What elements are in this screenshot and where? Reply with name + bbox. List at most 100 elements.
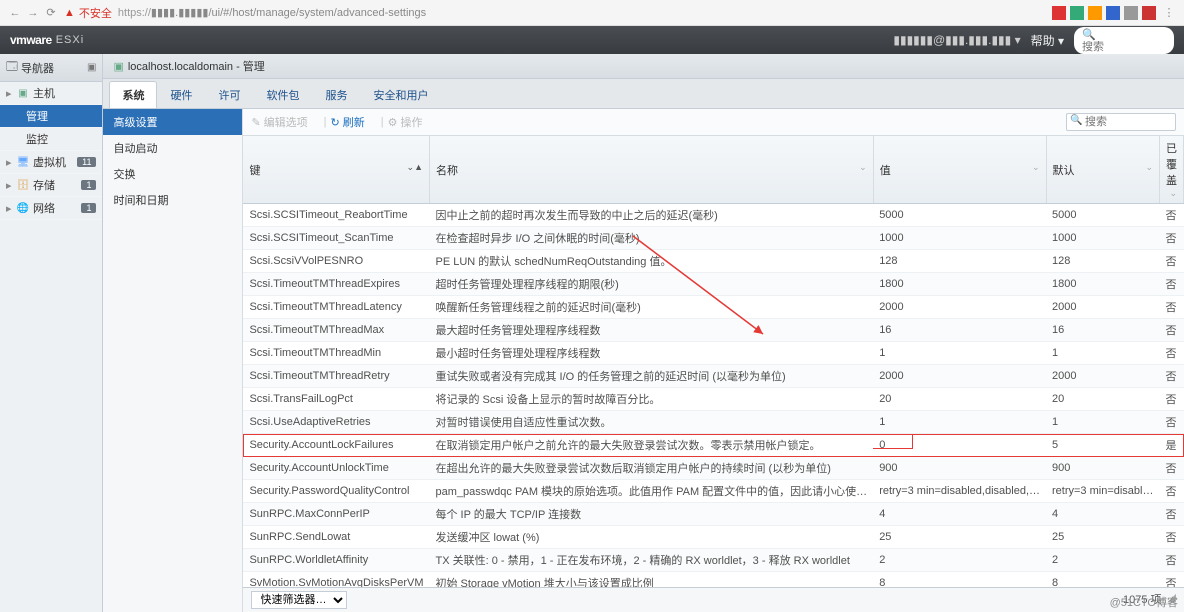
sort-asc-icon: ▲ [414,162,423,172]
table-row[interactable]: Scsi.TimeoutTMThreadMax最大超时任务管理处理程序线程数16… [243,319,1183,342]
table-row[interactable]: Scsi.TimeoutTMThreadExpires超时任务管理处理程序线程的… [243,273,1183,296]
nav-item[interactable]: ▸▣主机 [0,82,102,105]
grid-search-input[interactable] [1066,113,1176,131]
table-row[interactable]: Scsi.ScsiVVolPESNROPE LUN 的默认 schedNumRe… [243,250,1183,273]
grid-panel: ✎ 编辑选项 | ↻ 刷新 | ⚙ 操作 🔍 [243,109,1184,612]
count-badge: 1 [81,180,96,190]
col-override[interactable]: 已覆盖⌄ [1160,136,1184,204]
reload-icon[interactable]: ⟳ [42,6,60,19]
help-menu[interactable]: 帮助 ▾ [1031,32,1064,49]
cell-key: Security.PasswordQualityControl [243,480,429,503]
table-row[interactable]: SunRPC.SendLowat发送缓冲区 lowat (%)2525否 [243,526,1183,549]
cell-value: retry=3 min=disabled,disabled,… [873,480,1046,503]
col-value[interactable]: 值⌄ [873,136,1046,204]
extension-icon[interactable] [1142,6,1156,20]
table-row[interactable]: Scsi.TimeoutTMThreadMin最小超时任务管理处理程序线程数11… [243,342,1183,365]
nav-item[interactable]: 监控 [0,128,102,151]
cell-value: 0 [873,434,1046,457]
tab[interactable]: 服务 [312,81,360,108]
grid-search[interactable]: 🔍 [1066,113,1176,131]
cell-name: 在取消锁定用户帐户之前允许的最大失败登录尝试次数。零表示禁用帐户锁定。 [429,434,873,457]
settings-grid[interactable]: 键 ▲⌄ 名称⌄ 值⌄ 默认⌄ 已覆盖⌄ Scsi.SCSITimeout_Re… [243,136,1184,587]
cell-default: 1 [1046,342,1160,365]
edit-option-button[interactable]: ✎ 编辑选项 [251,114,307,130]
nav-item[interactable]: ▸🗄存储1 [0,174,102,197]
cell-value: 2000 [873,365,1046,388]
nav-item-label: 主机 [33,85,55,101]
refresh-button[interactable]: ↻ 刷新 [331,114,365,130]
cell-override: 否 [1160,250,1184,273]
cell-key: Scsi.SCSITimeout_ReabortTime [243,204,429,227]
quick-filter-select[interactable]: 快速筛选器… [251,591,347,609]
table-row[interactable]: Security.AccountLockFailures在取消锁定用户帐户之前允… [243,434,1183,457]
menu-icon[interactable]: ⋮ [1160,6,1178,20]
cell-key: Scsi.SCSITimeout_ScanTime [243,227,429,250]
table-row[interactable]: Scsi.TimeoutTMThreadRetry重试失败或者没有完成其 I/O… [243,365,1183,388]
twisty-icon: ▸ [6,202,16,215]
extensions-area: ⋮ [1052,6,1178,20]
cell-default: 8 [1046,572,1160,588]
cell-key: SunRPC.MaxConnPerIP [243,503,429,526]
cell-key: Scsi.UseAdaptiveRetries [243,411,429,434]
extension-icon[interactable] [1070,6,1084,20]
back-icon[interactable]: ← [6,7,24,19]
table-row[interactable]: Security.PasswordQualityControlpam_passw… [243,480,1183,503]
table-row[interactable]: SunRPC.MaxConnPerIP每个 IP 的最大 TCP/IP 连接数4… [243,503,1183,526]
cell-name: 每个 IP 的最大 TCP/IP 连接数 [429,503,873,526]
table-row[interactable]: Scsi.UseAdaptiveRetries对暂时错误使用自适应性重试次数。1… [243,411,1183,434]
nav-item[interactable]: ▸🌐网络1 [0,197,102,220]
table-row[interactable]: Scsi.TransFailLogPct将记录的 Scsi 设备上显示的暂时故障… [243,388,1183,411]
host-icon: ▣ [113,60,123,73]
cell-override: 否 [1160,457,1184,480]
forward-icon[interactable]: → [24,7,42,19]
cell-value: 900 [873,457,1046,480]
cell-override: 否 [1160,526,1184,549]
tab[interactable]: 软件包 [253,81,312,108]
cell-value: 5000 [873,204,1046,227]
settings-item[interactable]: 时间和日期 [103,187,242,213]
cell-name: 在超出允许的最大失败登录尝试次数后取消锁定用户帐户的持续时间 (以秒为单位) [429,457,873,480]
cell-name: pam_passwdqc PAM 模块的原始选项。此值用作 PAM 配置文件中的… [429,480,873,503]
address-bar[interactable]: https://▮▮▮▮.▮▮▮▮▮/ui/#/host/manage/syst… [118,6,426,19]
extension-icon[interactable] [1052,6,1066,20]
tab[interactable]: 许可 [205,81,253,108]
global-search[interactable]: 🔍 [1074,27,1174,54]
settings-item[interactable]: 高级设置 [103,109,242,135]
cell-name: 初始 Storage vMotion 堆大小与该设置成比例 [429,572,873,588]
cell-value: 128 [873,250,1046,273]
settings-sidebar: 高级设置自动启动交换时间和日期 [103,109,243,612]
col-key[interactable]: 键 ▲⌄ [243,136,429,204]
table-row[interactable]: Scsi.SCSITimeout_ScanTime在检查超时异步 I/O 之间休… [243,227,1183,250]
settings-item[interactable]: 自动启动 [103,135,242,161]
settings-item[interactable]: 交换 [103,161,242,187]
tab[interactable]: 安全和用户 [360,81,441,108]
col-name[interactable]: 名称⌄ [429,136,873,204]
col-default[interactable]: 默认⌄ [1046,136,1160,204]
extension-icon[interactable] [1124,6,1138,20]
table-row[interactable]: Security.AccountUnlockTime在超出允许的最大失败登录尝试… [243,457,1183,480]
actions-button[interactable]: ⚙ 操作 [388,114,423,130]
table-row[interactable]: SunRPC.WorldletAffinityTX 关联性: 0 - 禁用，1 … [243,549,1183,572]
cell-default: 2000 [1046,365,1160,388]
pin-icon[interactable]: ▣ [87,62,96,73]
global-search-input[interactable] [1082,41,1152,53]
host-icon: ▣ [16,88,30,99]
table-row[interactable]: Scsi.SCSITimeout_ReabortTime因中止之前的超时再次发生… [243,204,1183,227]
cell-override: 否 [1160,549,1184,572]
tab[interactable]: 系统 [109,81,157,108]
user-menu[interactable]: ▮▮▮▮▮▮@▮▮▮.▮▮▮.▮▮▮ ▾ [893,33,1020,47]
nav-item[interactable]: ▸🖥虚拟机11 [0,151,102,174]
cell-name: PE LUN 的默认 schedNumReqOutstanding 值。 [429,250,873,273]
table-row[interactable]: Scsi.TimeoutTMThreadLatency唤醒新任务管理线程之前的延… [243,296,1183,319]
nav-item-label: 网络 [33,200,55,216]
extension-icon[interactable] [1106,6,1120,20]
cell-override: 否 [1160,411,1184,434]
tab[interactable]: 硬件 [157,81,205,108]
cell-name: 将记录的 Scsi 设备上显示的暂时故障百分比。 [429,388,873,411]
table-row[interactable]: SvMotion.SvMotionAvgDisksPerVM初始 Storage… [243,572,1183,588]
cell-value: 1 [873,411,1046,434]
extension-icon[interactable] [1088,6,1102,20]
nav-item[interactable]: 管理 [0,105,102,128]
cell-key: Scsi.TimeoutTMThreadLatency [243,296,429,319]
cell-override: 否 [1160,480,1184,503]
